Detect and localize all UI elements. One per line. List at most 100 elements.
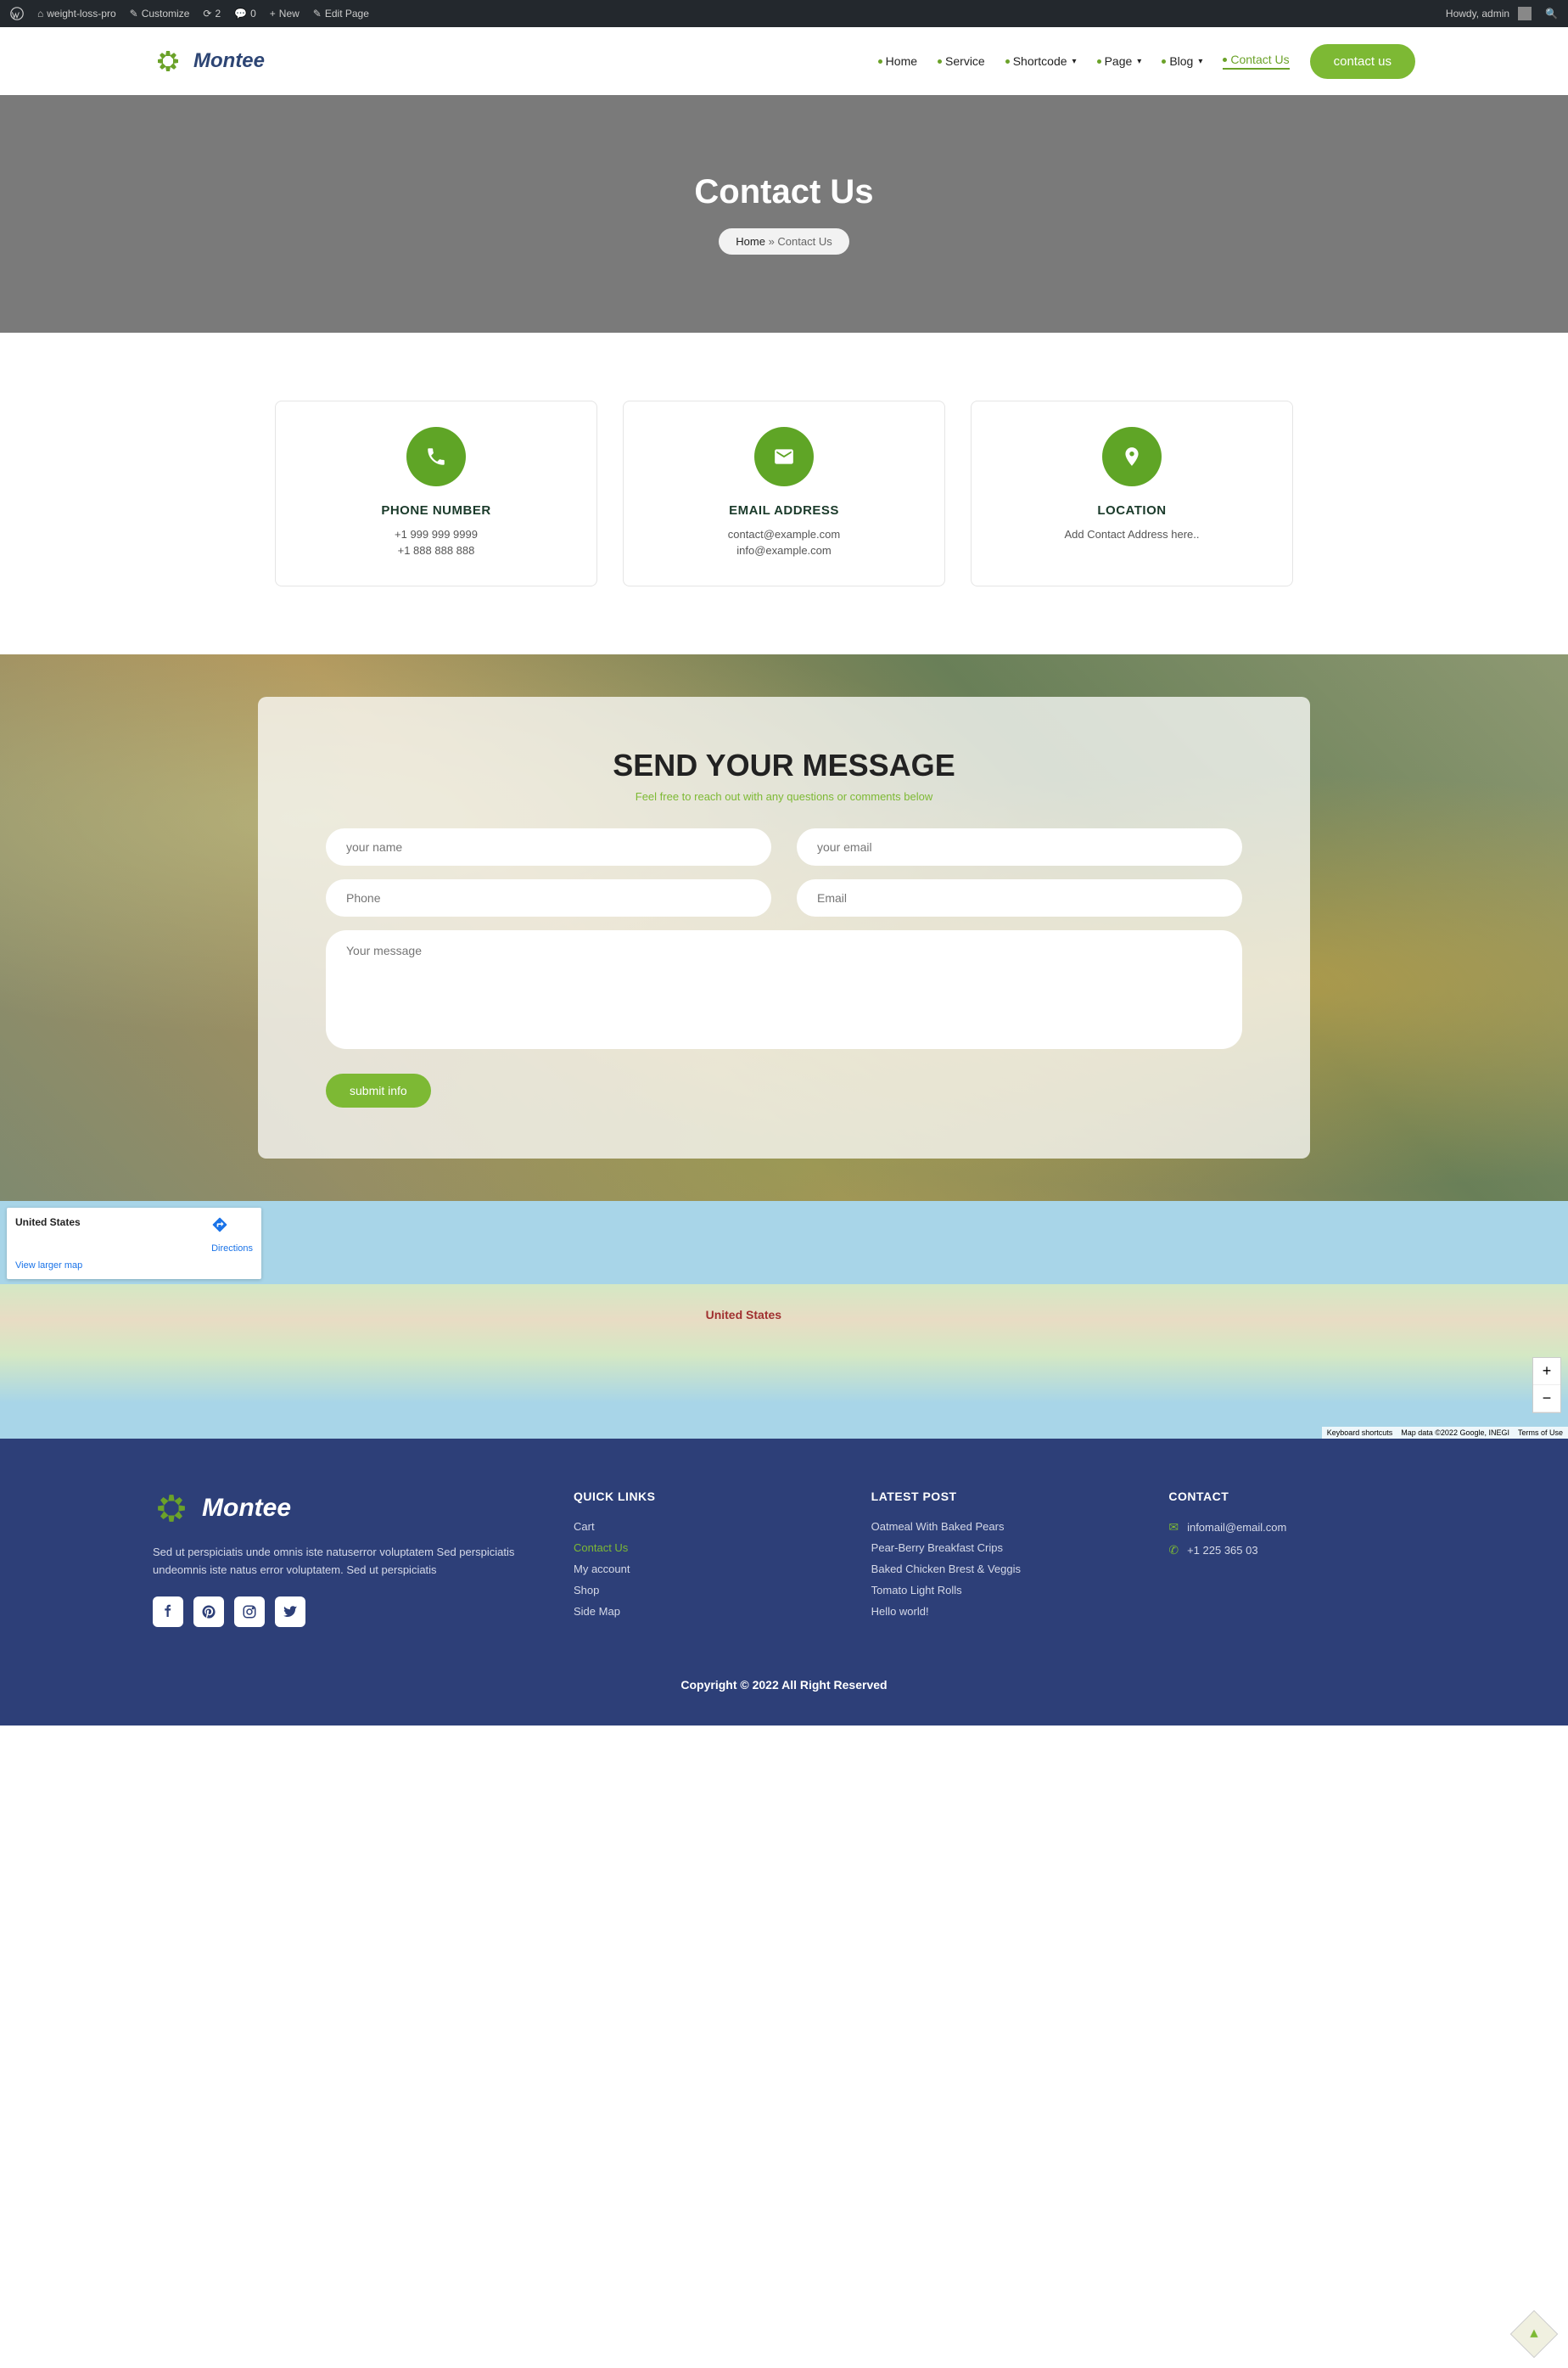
mail-icon: ✉ [1168, 1520, 1179, 1535]
footer-link-cart[interactable]: Cart [574, 1520, 820, 1533]
nav-page-label: Page [1105, 54, 1133, 68]
directions-text: Directions [211, 1243, 253, 1254]
email-icon [754, 427, 814, 486]
phone-line2: +1 888 888 888 [301, 544, 571, 557]
customize-link[interactable]: ✎Customize [130, 8, 190, 20]
map-attribution: Keyboard shortcuts Map data ©2022 Google… [1322, 1427, 1568, 1439]
phone-line1: +1 999 999 9999 [301, 528, 571, 541]
comments-link[interactable]: 💬0 [234, 8, 256, 20]
nav-contact-label: Contact Us [1230, 53, 1289, 66]
refresh-icon: ⟳ [203, 8, 211, 20]
footer-link-account[interactable]: My account [574, 1563, 820, 1575]
form-title: SEND YOUR MESSAGE [326, 748, 1242, 783]
nav-home[interactable]: Home [878, 54, 917, 68]
comments-count: 0 [250, 8, 256, 20]
location-line1: Add Contact Address here.. [997, 528, 1267, 541]
pinterest-icon[interactable] [193, 1596, 224, 1627]
home-icon: ⌂ [37, 8, 43, 20]
edit-text: Edit Page [325, 8, 369, 20]
breadcrumb-home[interactable]: Home [736, 235, 765, 248]
nav-contact[interactable]: Contact Us [1223, 53, 1289, 70]
terms-link[interactable]: Terms of Use [1518, 1428, 1563, 1437]
new-link[interactable]: +New [270, 8, 300, 20]
chevron-down-icon: ▾ [1198, 57, 1202, 66]
scroll-to-top-button[interactable]: ▲ [1510, 2310, 1559, 2359]
post-link[interactable]: Tomato Light Rolls [871, 1584, 1118, 1596]
zoom-out-button[interactable]: − [1533, 1385, 1560, 1412]
footer-about: Montee Sed ut perspiciatis unde omnis is… [153, 1490, 523, 1627]
nav-shortcode[interactable]: Shortcode▾ [1005, 54, 1077, 68]
instagram-icon[interactable] [234, 1596, 265, 1627]
page-title: Contact Us [694, 173, 873, 211]
post-link[interactable]: Oatmeal With Baked Pears [871, 1520, 1118, 1533]
keyboard-shortcuts[interactable]: Keyboard shortcuts [1327, 1428, 1393, 1437]
comment-icon: 💬 [234, 8, 247, 20]
site-footer: Montee Sed ut perspiciatis unde omnis is… [0, 1439, 1568, 1725]
breadcrumb: Home » Contact Us [719, 228, 848, 255]
nav-service-label: Service [945, 54, 985, 68]
howdy-text: Howdy, admin [1446, 8, 1509, 20]
email-line1: contact@example.com [649, 528, 919, 541]
directions-link[interactable]: Directions [211, 1216, 253, 1254]
twitter-icon[interactable] [275, 1596, 305, 1627]
phone-small-icon: ✆ [1168, 1543, 1179, 1557]
footer-link-contact[interactable]: Contact Us [574, 1541, 820, 1554]
wp-logo[interactable] [10, 7, 24, 20]
copyright: Copyright © 2022 All Right Reserved [153, 1678, 1415, 1692]
contact-phone: ✆+1 225 365 03 [1168, 1543, 1415, 1557]
phone-card: PHONE NUMBER +1 999 999 9999 +1 888 888 … [275, 401, 597, 586]
map-data: Map data ©2022 Google, INEGI [1401, 1428, 1509, 1437]
footer-logo-text: Montee [202, 1494, 291, 1523]
map-section[interactable]: United States United States Directions V… [0, 1201, 1568, 1439]
map-center-label: United States [706, 1308, 781, 1321]
footer-logo[interactable]: Montee [153, 1490, 523, 1527]
updates-link[interactable]: ⟳2 [203, 8, 221, 20]
email-card: EMAIL ADDRESS contact@example.com info@e… [623, 401, 945, 586]
nav-page[interactable]: Page▾ [1097, 54, 1142, 68]
phone-input[interactable] [326, 879, 771, 917]
footer-link-sitemap[interactable]: Side Map [574, 1605, 820, 1618]
site-name-text: weight-loss-pro [47, 8, 115, 20]
nav-service[interactable]: Service [938, 54, 985, 68]
logo-icon [153, 46, 183, 76]
footer-link-shop[interactable]: Shop [574, 1584, 820, 1596]
email2-input[interactable] [797, 879, 1242, 917]
pencil-icon: ✎ [313, 8, 322, 20]
contact-email-text: infomail@email.com [1187, 1521, 1286, 1534]
zoom-in-button[interactable]: + [1533, 1358, 1560, 1385]
form-subtitle: Feel free to reach out with any question… [326, 790, 1242, 803]
edit-page-link[interactable]: ✎Edit Page [313, 8, 369, 20]
info-cards: PHONE NUMBER +1 999 999 9999 +1 888 888 … [0, 333, 1568, 654]
nav-blog[interactable]: Blog▾ [1162, 54, 1202, 68]
up-arrow-icon: ▲ [1527, 2326, 1541, 2342]
map-info-card: United States Directions View larger map [7, 1208, 261, 1279]
post-link[interactable]: Pear-Berry Breakfast Crips [871, 1541, 1118, 1554]
message-textarea[interactable] [326, 930, 1242, 1049]
contact-email: ✉ infomail@email.com [1168, 1520, 1415, 1535]
footer-description: Sed ut perspiciatis unde omnis iste natu… [153, 1544, 523, 1580]
phone-title: PHONE NUMBER [301, 503, 571, 518]
post-link[interactable]: Hello world! [871, 1605, 1118, 1618]
search-icon[interactable]: 🔍 [1545, 8, 1558, 20]
logo-text: Montee [193, 49, 265, 73]
nav-shortcode-label: Shortcode [1013, 54, 1067, 68]
logo[interactable]: Montee [153, 46, 265, 76]
nav-home-label: Home [886, 54, 917, 68]
location-icon [1102, 427, 1162, 486]
post-link[interactable]: Baked Chicken Brest & Veggis [871, 1563, 1118, 1575]
name-input[interactable] [326, 828, 771, 866]
email-input[interactable] [797, 828, 1242, 866]
contact-us-button[interactable]: contact us [1310, 44, 1415, 79]
footer-latest-posts: LATEST POST Oatmeal With Baked Pears Pea… [871, 1490, 1118, 1627]
location-title: LOCATION [997, 503, 1267, 518]
view-larger-link[interactable]: View larger map [15, 1260, 253, 1271]
site-name[interactable]: ⌂ weight-loss-pro [37, 8, 116, 20]
submit-button[interactable]: submit info [326, 1074, 431, 1108]
quick-links-heading: QUICK LINKS [574, 1490, 820, 1503]
breadcrumb-current: Contact Us [777, 235, 832, 248]
footer-contact: CONTACT ✉infomail@email.com ✆+1 225 365 … [1168, 1490, 1415, 1627]
location-card: LOCATION Add Contact Address here.. [971, 401, 1293, 586]
howdy[interactable]: Howdy, admin [1446, 7, 1532, 20]
facebook-icon[interactable] [153, 1596, 183, 1627]
email-line2: info@example.com [649, 544, 919, 557]
